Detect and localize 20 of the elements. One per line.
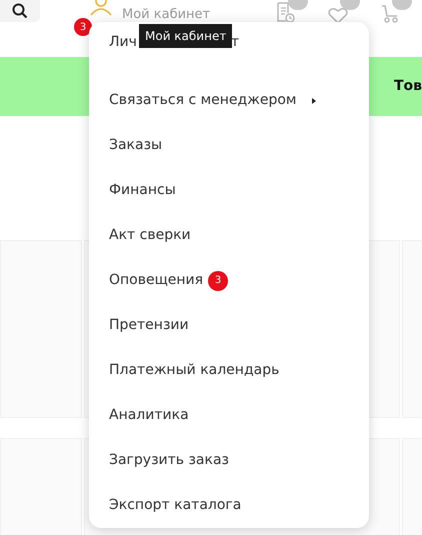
menu-item[interactable]: т: [230, 32, 240, 52]
menu-item[interactable]: Связаться с менеджером: [89, 78, 369, 123]
menu-item[interactable]: Платежный календарь: [89, 348, 369, 393]
tooltip: Мой кабинет: [139, 24, 232, 48]
search-button[interactable]: [0, 0, 40, 22]
menu-item[interactable]: Оповещения 3: [89, 258, 369, 303]
search-icon: [12, 3, 28, 19]
menu-item[interactable]: Загрузить заказ: [89, 438, 369, 483]
menu-item[interactable]: Претензии: [89, 303, 369, 348]
heart-icon: [328, 7, 348, 24]
menu-item[interactable]: Аналитика: [89, 393, 369, 438]
menu-item[interactable]: Экспорт каталога: [89, 483, 369, 528]
menu-item[interactable]: Заказы: [89, 123, 369, 168]
banner-text: Тов: [394, 77, 422, 96]
notification-badge: 3: [74, 18, 92, 36]
notification-badge: 3: [208, 270, 228, 290]
menu-item[interactable]: Акт сверки: [89, 213, 369, 258]
cart-icon: [380, 4, 400, 24]
menu-item[interactable]: Лич: [109, 32, 137, 52]
menu-item[interactable]: Финансы: [89, 168, 369, 213]
